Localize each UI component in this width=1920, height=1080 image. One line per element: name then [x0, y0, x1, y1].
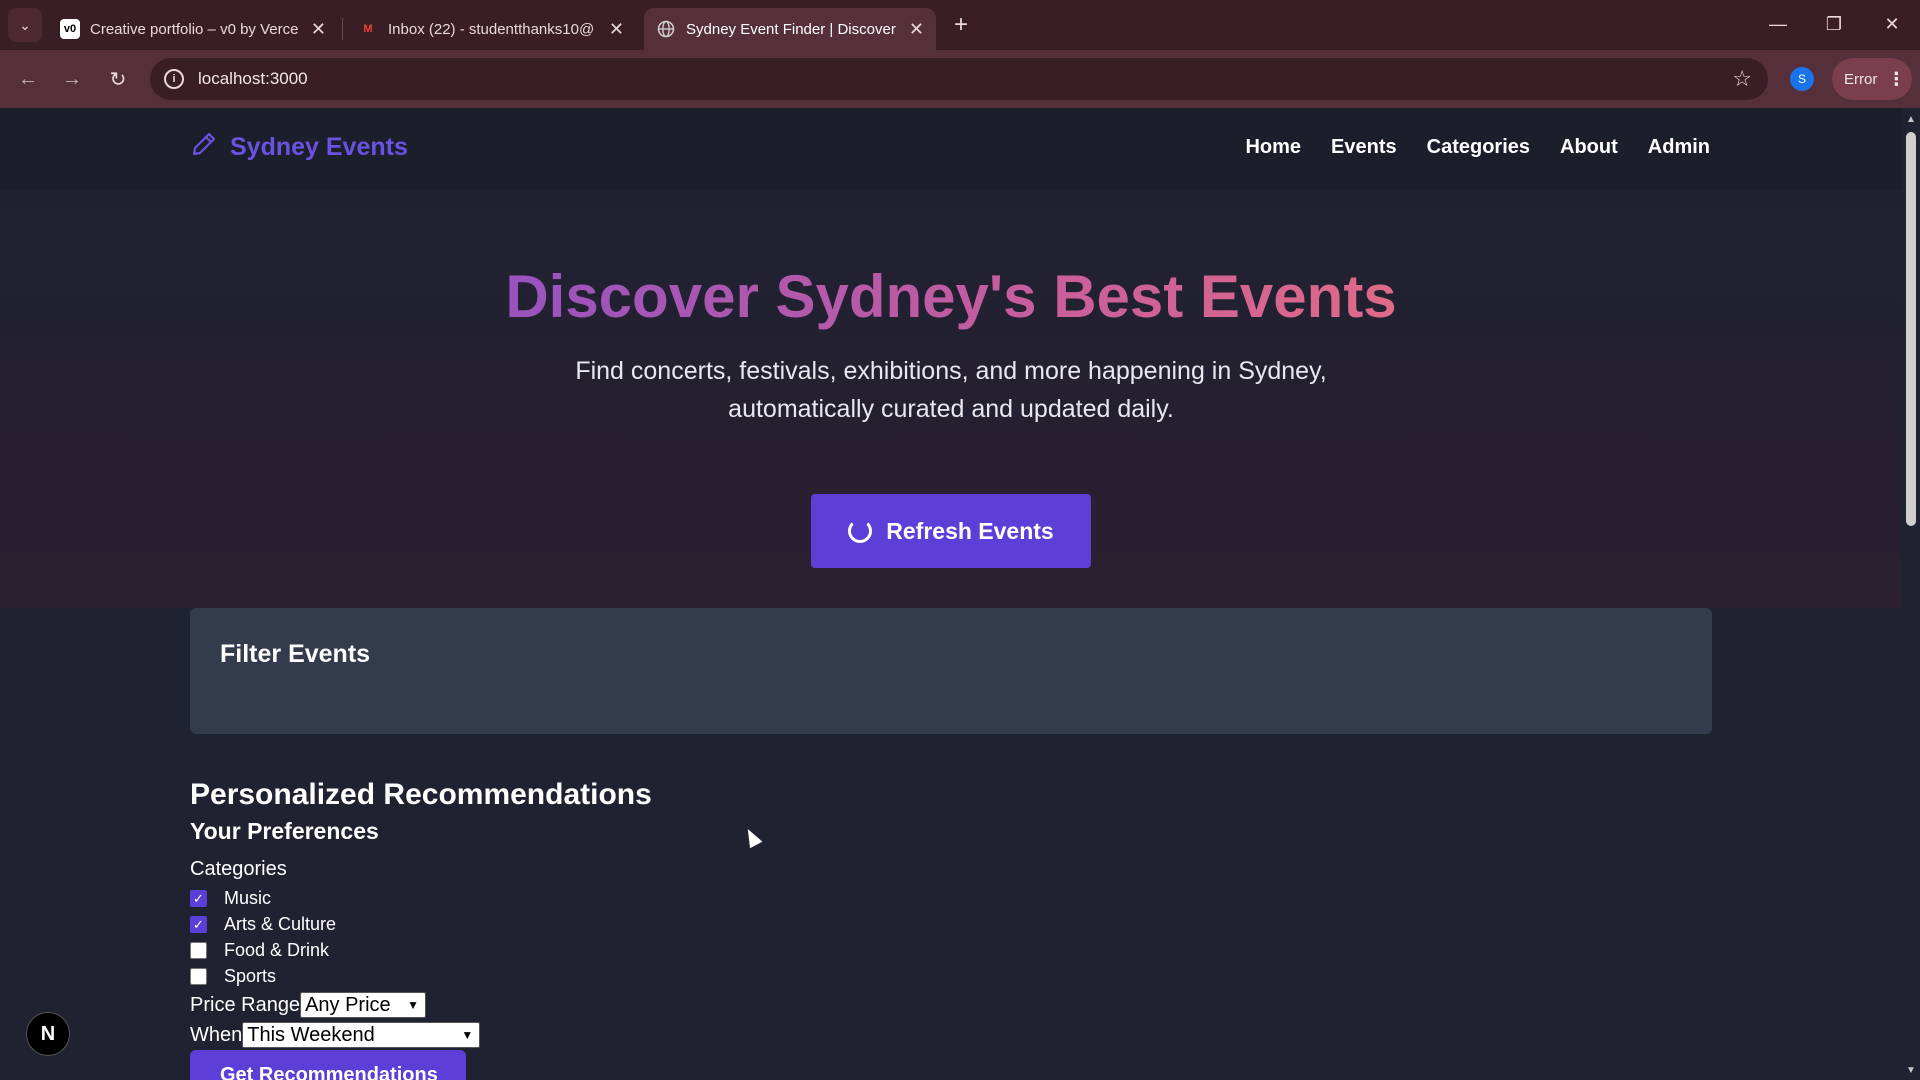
page-scrollbar[interactable]: ▲ ▼ [1902, 108, 1920, 1080]
close-icon[interactable]: ✕ [609, 19, 624, 40]
tab-gmail[interactable]: M Inbox (22) - studentthanks10@ ✕ [346, 8, 636, 50]
error-menu-button[interactable]: Error ⋮ [1832, 58, 1912, 100]
chevron-down-icon: ▼ [407, 998, 420, 1012]
nav-about[interactable]: About [1560, 136, 1618, 159]
filter-title: Filter Events [220, 640, 371, 668]
nextjs-logo-icon: N [40, 1022, 56, 1045]
nav-categories[interactable]: Categories [1427, 136, 1530, 159]
reload-button[interactable]: ↻ [102, 63, 134, 95]
site-logo[interactable]: Sydney Events [190, 130, 408, 165]
price-range-label: Price Range [190, 993, 301, 1016]
back-button[interactable]: ← [12, 63, 44, 95]
when-label: When [190, 1023, 243, 1046]
check-icon: ✓ [190, 890, 207, 907]
logo-text: Sydney Events [230, 133, 408, 161]
chevron-down-icon: ▼ [461, 1028, 474, 1042]
empty-checkbox-icon [190, 942, 207, 959]
more-vert-icon: ⋮ [1887, 68, 1906, 89]
v0-favicon-icon: v0 [60, 19, 80, 39]
checkbox-sports[interactable]: Sports [190, 966, 276, 987]
scrollbar-thumb[interactable] [1906, 132, 1916, 526]
checkbox-arts-culture[interactable]: ✓ Arts & Culture [190, 914, 336, 935]
price-range-row: Price Range Any Price ▼ [190, 992, 427, 1018]
tab-v0[interactable]: v0 Creative portfolio – v0 by Verce ✕ [48, 8, 338, 50]
checkbox-label: Music [224, 888, 272, 908]
scroll-down-icon[interactable]: ▼ [1906, 1065, 1916, 1076]
new-tab-button[interactable]: + [946, 10, 976, 40]
tab-title: Sydney Event Finder | Discover [686, 20, 896, 38]
page-viewport: Sydney Events Home Events Categories Abo… [0, 108, 1902, 1080]
close-icon[interactable]: ✕ [311, 19, 326, 40]
close-window-button[interactable]: ✕ [1870, 8, 1914, 40]
mouse-cursor-icon [741, 825, 763, 849]
when-row: When This Weekend ▼ [190, 1022, 481, 1048]
checkbox-label: Arts & Culture [224, 914, 337, 934]
tab-title: Creative portfolio – v0 by Verce [90, 20, 299, 38]
url-text[interactable]: localhost:3000 [198, 69, 308, 89]
price-range-select[interactable]: Any Price ▼ [300, 992, 427, 1018]
empty-checkbox-icon [190, 968, 207, 985]
plus-icon: + [953, 11, 968, 38]
tab-separator [342, 18, 343, 40]
categories-label: Categories [190, 858, 287, 880]
recommendations-section: Personalized Recommendations Your Prefer… [190, 778, 652, 1048]
restore-button[interactable]: ❐ [1812, 8, 1856, 40]
checkbox-label: Sports [224, 966, 277, 986]
checkbox-music[interactable]: ✓ Music [190, 888, 271, 909]
tab-title: Inbox (22) - studentthanks10@ [388, 20, 595, 38]
reload-icon: ↻ [109, 68, 127, 91]
nav-home[interactable]: Home [1245, 136, 1301, 159]
hero-title: Discover Sydney's Best Events [0, 262, 1902, 331]
arrow-right-icon: → [62, 67, 82, 90]
minimize-icon: — [1769, 13, 1787, 34]
chevron-down-icon: ⌄ [19, 16, 31, 33]
nextjs-dev-badge[interactable]: N [26, 1012, 70, 1056]
refresh-label: Refresh Events [886, 517, 1054, 544]
select-value: Any Price [305, 993, 391, 1016]
pencil-icon [190, 130, 230, 165]
error-label: Error [1844, 70, 1878, 88]
profile-avatar[interactable]: S [1790, 67, 1814, 91]
hero-subtitle: Find concerts, festivals, exhibitions, a… [575, 357, 1327, 423]
gmail-favicon-icon: M [363, 23, 373, 35]
reco-title: Personalized Recommendations [190, 778, 652, 811]
checkbox-label: Food & Drink [224, 940, 330, 960]
refresh-events-button[interactable]: Refresh Events [811, 494, 1091, 568]
close-icon[interactable]: ✕ [909, 19, 924, 40]
site-header: Sydney Events Home Events Categories Abo… [0, 108, 1902, 190]
checkbox-food-drink[interactable]: Food & Drink [190, 940, 329, 961]
minimize-button[interactable]: — [1756, 8, 1800, 40]
restore-icon: ❐ [1825, 13, 1843, 34]
get-recommendations-button[interactable]: Get Recommendations [190, 1050, 466, 1080]
address-bar[interactable]: i localhost:3000 ☆ [150, 58, 1768, 100]
filter-card: Filter Events [190, 608, 1712, 734]
prefs-title: Your Preferences [190, 818, 379, 844]
browser-tabbar: ⌄ v0 Creative portfolio – v0 by Verce ✕ … [0, 0, 1920, 50]
star-icon[interactable]: ☆ [1732, 66, 1752, 92]
browser-toolbar: ← → ↻ i localhost:3000 ☆ S Error ⋮ [0, 50, 1920, 108]
spinner-icon [848, 519, 873, 543]
arrow-left-icon: ← [18, 67, 38, 90]
scroll-up-icon[interactable]: ▲ [1906, 114, 1916, 125]
globe-icon [656, 19, 676, 39]
get-recommendations-label: Get Recommendations [220, 1064, 438, 1080]
select-value: This Weekend [247, 1023, 375, 1046]
check-icon: ✓ [190, 916, 207, 933]
close-icon: ✕ [1884, 13, 1900, 34]
nav-admin[interactable]: Admin [1648, 136, 1710, 159]
forward-button[interactable]: → [56, 63, 88, 95]
nav-events[interactable]: Events [1331, 136, 1397, 159]
when-select[interactable]: This Weekend ▼ [242, 1022, 481, 1048]
info-icon[interactable]: i [164, 69, 184, 89]
tab-search-button[interactable]: ⌄ [8, 8, 42, 42]
tab-sydney-events[interactable]: Sydney Event Finder | Discover ✕ [644, 8, 936, 50]
main-nav: Home Events Categories About Admin [1245, 136, 1710, 159]
